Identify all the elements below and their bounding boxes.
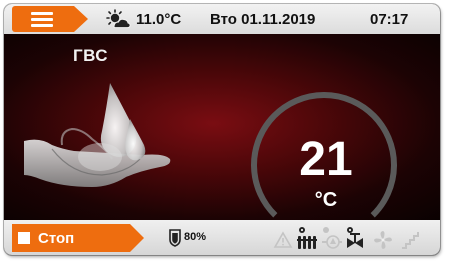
fan-icon bbox=[374, 231, 392, 249]
status-icons bbox=[272, 226, 432, 252]
radiator-icon bbox=[297, 227, 317, 249]
stop-label: Стоп bbox=[38, 230, 75, 247]
menu-icon bbox=[31, 12, 53, 15]
valve-icon bbox=[347, 227, 363, 248]
menu-button[interactable] bbox=[12, 6, 88, 32]
battery-percent: 80% bbox=[184, 231, 207, 243]
current-time: 07:17 bbox=[370, 11, 409, 28]
current-date: Вто 01.11.2019 bbox=[210, 11, 316, 28]
bottom-bar: Стоп 80% bbox=[4, 220, 440, 255]
partly-sunny-icon bbox=[106, 9, 131, 29]
setpoint-value: 21 bbox=[299, 133, 353, 186]
stop-square-icon bbox=[18, 232, 30, 244]
main-panel: ГВС 21 °C bbox=[4, 34, 440, 220]
hand-water-drops-icon bbox=[24, 83, 171, 187]
outdoor-temperature: 11.0°C bbox=[136, 11, 182, 28]
warning-icon bbox=[273, 231, 293, 248]
shield-battery-icon bbox=[169, 229, 181, 247]
device-screen: 11.0°C Вто 01.11.2019 07:17 ГВС 21 °C Ст… bbox=[4, 4, 440, 255]
stairs-icon bbox=[402, 232, 419, 249]
top-bar: 11.0°C Вто 01.11.2019 07:17 bbox=[4, 4, 440, 34]
section-title: ГВС bbox=[73, 46, 109, 65]
pump-icon bbox=[322, 227, 342, 249]
setpoint-unit: °C bbox=[314, 189, 338, 211]
stop-button[interactable]: Стоп bbox=[12, 224, 144, 252]
